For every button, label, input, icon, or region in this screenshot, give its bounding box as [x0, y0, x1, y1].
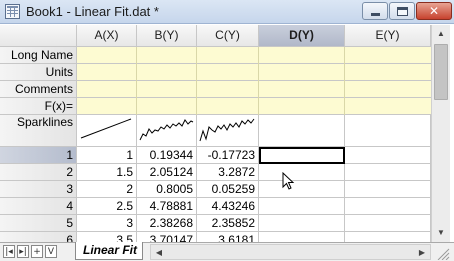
active-cell-d-1[interactable]	[259, 147, 345, 164]
worksheet-grid[interactable]: A(X) B(Y) C(Y) D(Y) E(Y) Long Name Units…	[0, 25, 431, 242]
sheet-tab-bar: |◂ ▸| + V Linear Fit ◀ ▶	[0, 242, 454, 261]
cell-d-3[interactable]	[259, 181, 345, 198]
minimize-button[interactable]	[362, 2, 388, 20]
meta-divider	[258, 47, 259, 115]
last-sheet-button[interactable]: ▸|	[17, 245, 29, 258]
add-sheet-button[interactable]: +	[31, 245, 43, 258]
row-label-comments[interactable]: Comments	[0, 81, 77, 98]
cell-a-2[interactable]: 1.5	[77, 164, 137, 181]
sparkline-cell-e[interactable]	[345, 115, 431, 147]
row-label-units[interactable]: Units	[0, 64, 77, 81]
cell-a-3[interactable]: 2	[77, 181, 137, 198]
cell-b-4[interactable]: 4.78881	[137, 198, 197, 215]
row-number-1[interactable]: 1	[0, 147, 77, 164]
cell-d-2[interactable]	[259, 164, 345, 181]
pointer-arrow-icon	[282, 172, 295, 190]
column-header-b[interactable]: B(Y)	[137, 25, 197, 47]
column-header-d[interactable]: D(Y)	[259, 25, 345, 47]
maximize-icon	[396, 6, 408, 16]
cell-c-6[interactable]: 3.6181	[197, 232, 259, 242]
cell-b-6[interactable]: 3.70147	[137, 232, 197, 242]
row-number-5[interactable]: 5	[0, 215, 77, 232]
cell-c-3[interactable]: 0.05259	[197, 181, 259, 198]
long-name-row[interactable]	[77, 47, 431, 64]
cell-e-3[interactable]	[345, 181, 431, 198]
sheet-list-button[interactable]: V	[45, 245, 57, 258]
row-label-fx[interactable]: F(x)=	[0, 98, 77, 115]
window-title: Book1 - Linear Fit.dat *	[26, 4, 159, 19]
cell-c-5[interactable]: 2.35852	[197, 215, 259, 232]
cell-c-1[interactable]: -0.17723	[197, 147, 259, 164]
minimize-icon	[370, 12, 380, 16]
sheet-tab-linear-fit[interactable]: Linear Fit	[75, 242, 143, 260]
row-number-6[interactable]: 6	[0, 232, 77, 242]
units-row[interactable]	[77, 64, 431, 81]
cell-d-5[interactable]	[259, 215, 345, 232]
title-bar[interactable]: Book1 - Linear Fit.dat * ✕	[0, 0, 454, 24]
row-number-2[interactable]: 2	[0, 164, 77, 181]
row-number-3[interactable]: 3	[0, 181, 77, 198]
sparkline-cell-d[interactable]	[259, 115, 345, 147]
scroll-up-icon[interactable]: ▲	[433, 25, 449, 42]
cell-a-4[interactable]: 2.5	[77, 198, 137, 215]
cell-a-6[interactable]: 3.5	[77, 232, 137, 242]
maximize-button[interactable]	[389, 2, 415, 20]
first-sheet-button[interactable]: |◂	[3, 245, 15, 258]
cell-e-5[interactable]	[345, 215, 431, 232]
cell-d-4[interactable]	[259, 198, 345, 215]
cell-e-4[interactable]	[345, 198, 431, 215]
cell-b-5[interactable]: 2.38268	[137, 215, 197, 232]
row-label-sparklines[interactable]: Sparklines	[0, 115, 77, 147]
cell-c-4[interactable]: 4.43246	[197, 198, 259, 215]
scroll-left-icon[interactable]: ◀	[151, 245, 167, 259]
scroll-thumb[interactable]	[434, 44, 448, 100]
column-header-e[interactable]: E(Y)	[345, 25, 431, 47]
cell-c-2[interactable]: 3.2872	[197, 164, 259, 181]
meta-divider	[196, 47, 197, 115]
column-header-a[interactable]: A(X)	[77, 25, 137, 47]
close-button[interactable]: ✕	[416, 2, 452, 20]
cell-a-1[interactable]: 1	[77, 147, 137, 164]
row-number-4[interactable]: 4	[0, 198, 77, 215]
sparkline-cell-b[interactable]	[137, 115, 197, 147]
sparkline-a	[80, 118, 132, 139]
cell-e-2[interactable]	[345, 164, 431, 181]
resize-grip-icon[interactable]	[433, 244, 451, 260]
horizontal-scrollbar[interactable]: ◀ ▶	[150, 244, 431, 260]
meta-divider	[344, 47, 345, 115]
close-icon: ✕	[428, 4, 440, 18]
cell-b-1[interactable]: 0.19344	[137, 147, 197, 164]
vertical-scrollbar[interactable]: ▲ ▼	[431, 25, 450, 242]
column-header-c[interactable]: C(Y)	[197, 25, 259, 47]
cell-b-2[interactable]: 2.05124	[137, 164, 197, 181]
cell-e-1[interactable]	[345, 147, 431, 164]
workbook-icon	[5, 4, 20, 19]
cell-a-5[interactable]: 3	[77, 215, 137, 232]
cell-e-6[interactable]	[345, 232, 431, 242]
row-label-long-name[interactable]: Long Name	[0, 47, 77, 64]
scroll-right-icon[interactable]: ▶	[414, 245, 430, 259]
corner-select-all[interactable]	[0, 25, 77, 47]
sparkline-cell-a[interactable]	[77, 115, 137, 147]
scroll-down-icon[interactable]: ▼	[433, 224, 449, 241]
sparkline-b	[139, 119, 194, 141]
cell-d-6[interactable]	[259, 232, 345, 242]
sparkline-c	[199, 118, 255, 142]
meta-divider	[136, 47, 137, 115]
comments-row[interactable]	[77, 81, 431, 98]
formula-row[interactable]	[77, 98, 431, 115]
sparkline-cell-c[interactable]	[197, 115, 259, 147]
cell-b-3[interactable]: 0.8005	[137, 181, 197, 198]
